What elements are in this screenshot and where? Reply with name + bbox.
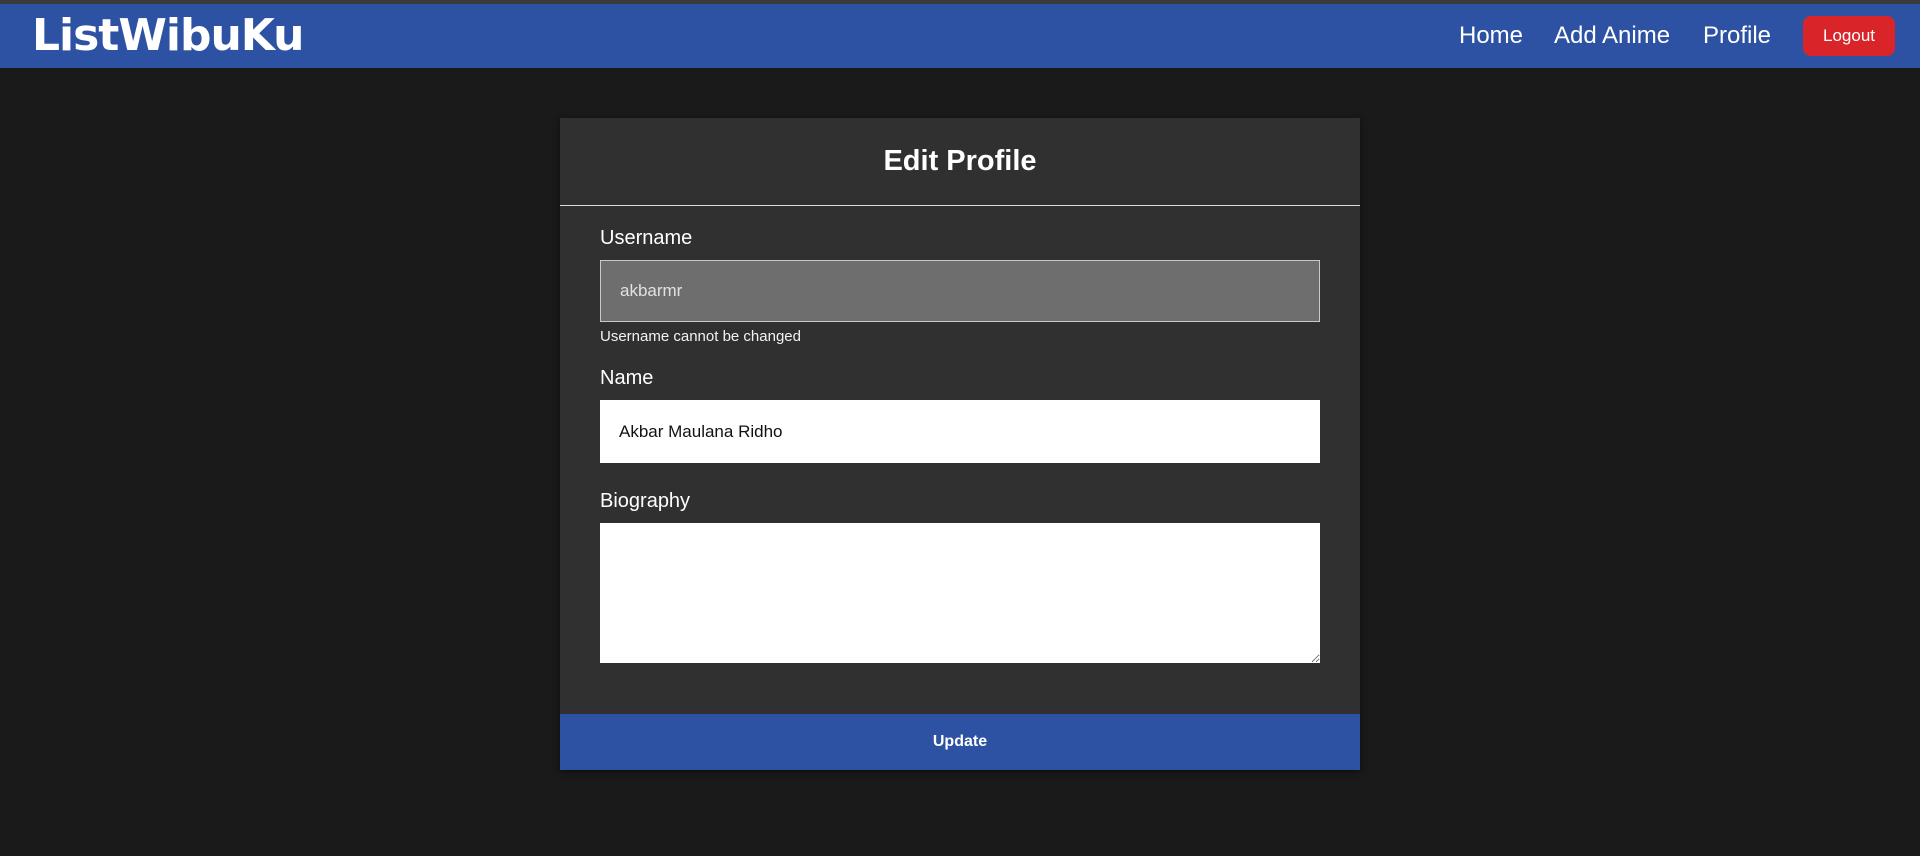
username-label: Username [600, 227, 693, 249]
username-field[interactable] [600, 260, 1320, 322]
page-title: Edit Profile [883, 145, 1037, 177]
logout-button[interactable]: Logout [1803, 16, 1895, 56]
nav-link-profile[interactable]: Profile [1703, 22, 1771, 50]
name-field[interactable] [600, 400, 1320, 463]
edit-profile-card: Edit Profile Username Username cannot be… [560, 118, 1360, 770]
username-help-text: Username cannot be changed [600, 328, 801, 345]
navbar: ListWibuKu Home Add Anime Profile Logout [0, 4, 1920, 68]
name-label: Name [600, 367, 654, 389]
brand-logo[interactable]: ListWibuKu [32, 12, 304, 60]
nav-link-add-anime[interactable]: Add Anime [1554, 22, 1670, 50]
card-header: Edit Profile [560, 118, 1360, 206]
biography-label: Biography [600, 490, 691, 512]
nav-link-home[interactable]: Home [1459, 22, 1523, 50]
update-button[interactable]: Update [560, 714, 1360, 770]
biography-textarea[interactable] [600, 523, 1320, 663]
